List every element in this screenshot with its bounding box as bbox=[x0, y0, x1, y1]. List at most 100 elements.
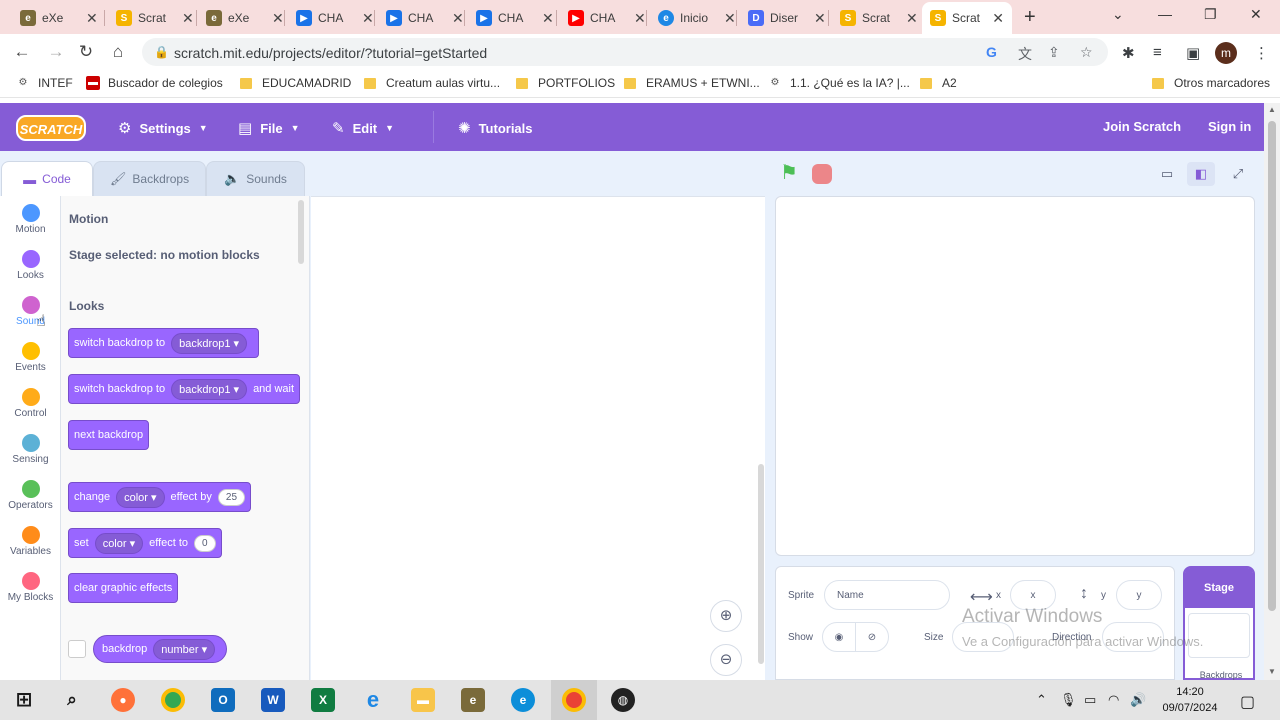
switch-backdrop-and-wait-block[interactable]: switch backdrop to backdrop1 ▾ and wait bbox=[68, 374, 301, 404]
backdrop-number-reporter[interactable]: backdrop number ▾ bbox=[93, 635, 228, 663]
exe-icon[interactable]: e bbox=[461, 688, 485, 712]
clear-graphic-effects-block[interactable]: clear graphic effects bbox=[68, 573, 179, 603]
settings-menu[interactable]: ⚙ Settings ▼ bbox=[118, 119, 208, 137]
scroll-down-icon[interactable]: ▼ bbox=[1268, 667, 1276, 676]
category-looks[interactable]: Looks bbox=[0, 250, 61, 281]
star-icon[interactable]: ☆ bbox=[1080, 44, 1093, 61]
scrollbar-thumb[interactable] bbox=[1268, 121, 1276, 611]
tab-search-icon[interactable]: ⌄ bbox=[1112, 6, 1124, 23]
show-hidden-icons-icon[interactable]: ⌃ bbox=[1036, 692, 1047, 708]
browser-tab[interactable]: D Diser ✕ bbox=[740, 2, 834, 34]
edge-icon[interactable]: e bbox=[511, 688, 535, 712]
category-sensing[interactable]: Sensing bbox=[0, 434, 61, 465]
side-panel-icon[interactable]: ▣ bbox=[1186, 44, 1200, 62]
set-effect-block[interactable]: set color ▾ effect to 0 bbox=[68, 528, 222, 558]
category-sound[interactable]: Sound bbox=[0, 296, 61, 327]
close-tab-icon[interactable]: ✕ bbox=[86, 10, 98, 27]
stop-icon[interactable] bbox=[812, 164, 832, 184]
scratch-logo[interactable]: SCRATCH bbox=[16, 115, 86, 141]
chrome-icon[interactable] bbox=[161, 688, 185, 712]
effect-dropdown[interactable]: color ▾ bbox=[116, 486, 165, 508]
translate-icon[interactable]: ⽂ bbox=[1018, 44, 1032, 64]
bookmark-item[interactable]: ⚙ 1.1. ¿Qué es la IA? |... bbox=[768, 76, 910, 90]
file-menu[interactable]: ▤ File ▼ bbox=[238, 119, 300, 137]
browser-tab[interactable]: ▶ CHA ✕ bbox=[468, 2, 562, 34]
close-window-button[interactable]: ✕ bbox=[1250, 6, 1262, 23]
extensions-icon[interactable]: ✱ bbox=[1122, 44, 1135, 62]
tab-sounds[interactable]: 🔈 Sounds bbox=[206, 161, 305, 196]
green-flag-icon[interactable]: ⚑ bbox=[780, 163, 800, 183]
bookmark-folder[interactable]: ERAMUS + ETWNI... bbox=[624, 76, 760, 90]
switch-backdrop-block[interactable]: switch backdrop to backdrop1 ▾ bbox=[68, 328, 260, 358]
bookmark-folder[interactable]: Otros marcadores bbox=[1152, 76, 1270, 90]
back-icon[interactable]: ← bbox=[12, 42, 32, 62]
word-icon[interactable]: W bbox=[261, 688, 285, 712]
effect-amount-input[interactable]: 25 bbox=[217, 488, 246, 506]
browser-tab[interactable]: e eXe ✕ bbox=[12, 2, 106, 34]
windows-start-icon[interactable]: ⊞ bbox=[12, 688, 36, 712]
zoom-out-icon[interactable]: ⊖ bbox=[710, 644, 742, 676]
taskbar-clock[interactable]: 14:20 09/07/2024 bbox=[1150, 684, 1230, 716]
share-icon[interactable]: ⇪ bbox=[1048, 44, 1060, 61]
category-motion[interactable]: Motion bbox=[0, 204, 61, 235]
google-icon[interactable]: G bbox=[986, 44, 997, 60]
backdrop-dropdown[interactable]: backdrop1 ▾ bbox=[171, 332, 248, 354]
bookmark-item[interactable]: ▬ Buscador de colegios bbox=[86, 76, 223, 90]
backdrop-property-dropdown[interactable]: number ▾ bbox=[153, 638, 216, 660]
browser-tab[interactable]: ▶ CHA ✕ bbox=[560, 2, 654, 34]
close-tab-icon[interactable]: ✕ bbox=[724, 10, 736, 27]
close-tab-icon[interactable]: ✕ bbox=[542, 10, 554, 27]
minimize-button[interactable]: — bbox=[1158, 6, 1172, 22]
edit-menu[interactable]: ✎ Edit ▼ bbox=[332, 119, 394, 137]
category-operators[interactable]: Operators bbox=[0, 480, 61, 511]
browser-tab[interactable]: e Inicio ✕ bbox=[650, 2, 744, 34]
sign-in-link[interactable]: Sign in bbox=[1208, 119, 1251, 134]
menu-icon[interactable]: ⋮ bbox=[1254, 44, 1269, 62]
fullscreen-icon[interactable]: ⤢ bbox=[1224, 162, 1252, 186]
internet-explorer-icon[interactable]: e bbox=[361, 688, 385, 712]
excel-icon[interactable]: X bbox=[311, 688, 335, 712]
tutorials-button[interactable]: ✺ Tutorials bbox=[458, 119, 533, 137]
close-tab-icon[interactable]: ✕ bbox=[992, 10, 1004, 27]
browser-tab[interactable]: e eXe ✕ bbox=[198, 2, 292, 34]
new-tab-button[interactable]: + bbox=[1024, 6, 1036, 29]
close-tab-icon[interactable]: ✕ bbox=[634, 10, 646, 27]
browser-tab[interactable]: ▶ CHA ✕ bbox=[378, 2, 472, 34]
tab-code[interactable]: ▬ Code bbox=[1, 161, 93, 196]
bookmark-folder[interactable]: PORTFOLIOS bbox=[516, 76, 615, 90]
bookmark-folder[interactable]: EDUCAMADRID bbox=[240, 76, 351, 90]
forward-icon[interactable]: → bbox=[46, 42, 66, 62]
browser-tab-active[interactable]: S Scrat ✕ bbox=[922, 2, 1012, 34]
show-hidden-button[interactable]: ⊘ bbox=[855, 622, 889, 652]
file-explorer-icon[interactable]: ▬ bbox=[411, 688, 435, 712]
url-field[interactable]: 🔒 scratch.mit.edu/projects/editor/?tutor… bbox=[142, 38, 1108, 66]
browser-tab[interactable]: S Scrat ✕ bbox=[832, 2, 926, 34]
close-tab-icon[interactable]: ✕ bbox=[452, 10, 464, 27]
reading-list-icon[interactable]: ≡ bbox=[1153, 44, 1162, 61]
sprite-name-field[interactable]: Name bbox=[824, 580, 950, 610]
script-workspace[interactable] bbox=[311, 196, 765, 680]
chrome-profile-icon[interactable] bbox=[562, 688, 586, 712]
close-tab-icon[interactable]: ✕ bbox=[906, 10, 918, 27]
wifi-icon[interactable]: ◠ bbox=[1108, 692, 1119, 708]
bookmark-folder[interactable]: Creatum aulas virtu... bbox=[364, 76, 500, 90]
close-tab-icon[interactable]: ✕ bbox=[362, 10, 374, 27]
home-icon[interactable]: ⌂ bbox=[108, 42, 128, 62]
show-visible-button[interactable]: ◉ bbox=[822, 622, 856, 652]
effect-value-input[interactable]: 0 bbox=[194, 534, 216, 552]
outlook-icon[interactable]: O bbox=[211, 688, 235, 712]
stage-canvas[interactable] bbox=[775, 196, 1255, 556]
reload-icon[interactable]: ↻ bbox=[76, 42, 96, 62]
close-tab-icon[interactable]: ✕ bbox=[272, 10, 284, 27]
zoom-in-icon[interactable]: ⊕ bbox=[710, 600, 742, 632]
join-scratch-link[interactable]: Join Scratch bbox=[1103, 119, 1181, 134]
effect-dropdown[interactable]: color ▾ bbox=[94, 532, 144, 554]
bookmark-item[interactable]: ⚙ INTEF bbox=[16, 76, 73, 90]
workspace-scrollbar[interactable] bbox=[758, 464, 764, 664]
scroll-up-icon[interactable]: ▲ bbox=[1268, 105, 1276, 114]
browser-tab[interactable]: ▶ CHA ✕ bbox=[288, 2, 382, 34]
battery-icon[interactable]: ▭ bbox=[1084, 692, 1096, 708]
page-scrollbar[interactable]: ▲ ▼ bbox=[1264, 103, 1280, 680]
backdrop-monitor-checkbox[interactable] bbox=[68, 640, 86, 658]
category-variables[interactable]: Variables bbox=[0, 526, 61, 557]
